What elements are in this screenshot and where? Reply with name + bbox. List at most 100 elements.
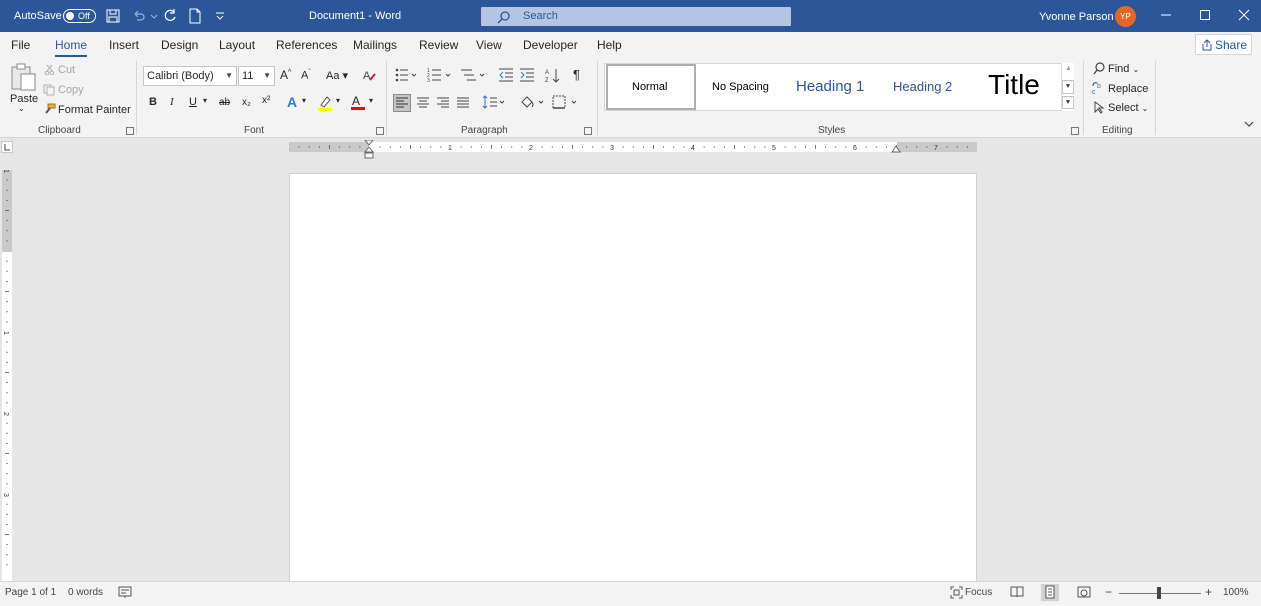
underline-button[interactable]: U bbox=[189, 96, 197, 108]
bullets-icon[interactable] bbox=[395, 68, 417, 85]
align-center-icon[interactable] bbox=[416, 96, 430, 112]
replace-button[interactable]: Replace bbox=[1108, 83, 1148, 95]
undo-icon[interactable] bbox=[131, 8, 147, 24]
font-color-icon[interactable]: A bbox=[350, 94, 366, 114]
zoom-level[interactable]: 100% bbox=[1223, 587, 1249, 598]
tab-developer[interactable]: Developer bbox=[523, 38, 578, 52]
font-size-dropdown[interactable]: 11 ▼ bbox=[238, 66, 275, 86]
shading-icon[interactable] bbox=[519, 94, 547, 113]
style-normal[interactable]: Normal bbox=[606, 64, 696, 110]
web-layout-icon[interactable] bbox=[1077, 586, 1091, 601]
close-icon[interactable] bbox=[1237, 8, 1251, 22]
align-right-icon[interactable] bbox=[436, 96, 450, 112]
text-effects-button[interactable]: A bbox=[287, 94, 297, 110]
paste-dropdown-icon[interactable]: ⌄ bbox=[18, 104, 25, 113]
change-case-button[interactable]: Aa ▾ bbox=[326, 69, 348, 82]
zoom-out-button[interactable]: − bbox=[1105, 585, 1112, 599]
avatar[interactable]: YP bbox=[1115, 6, 1136, 27]
select-button[interactable]: Select ⌄ bbox=[1108, 102, 1148, 114]
right-indent-icon[interactable] bbox=[891, 145, 901, 157]
paragraph-launcher-icon[interactable] bbox=[584, 127, 592, 135]
underline-dropdown-icon[interactable]: ▾ bbox=[203, 96, 207, 105]
tab-file[interactable]: File bbox=[11, 38, 30, 52]
paste-icon[interactable] bbox=[8, 62, 38, 92]
tab-help[interactable]: Help bbox=[597, 38, 622, 52]
tab-home[interactable]: Home bbox=[55, 38, 88, 57]
tab-view[interactable]: View bbox=[476, 38, 502, 52]
numbering-icon[interactable]: 123 bbox=[427, 68, 451, 85]
show-formatting-marks-button[interactable]: ¶ bbox=[573, 67, 580, 82]
read-mode-icon[interactable] bbox=[1010, 586, 1024, 601]
redo-icon[interactable] bbox=[162, 8, 178, 24]
clipboard-launcher-icon[interactable] bbox=[126, 127, 134, 135]
superscript-button[interactable]: x² bbox=[262, 95, 270, 106]
copy-button[interactable]: Copy bbox=[58, 84, 84, 96]
user-name[interactable]: Yvonne Parson bbox=[1039, 11, 1114, 23]
maximize-icon[interactable] bbox=[1198, 8, 1212, 22]
save-icon[interactable] bbox=[105, 8, 121, 24]
tab-insert[interactable]: Insert bbox=[109, 38, 139, 52]
chevron-down-icon: ▼ bbox=[225, 71, 233, 80]
ruler-number: 3 bbox=[610, 145, 614, 152]
tab-layout[interactable]: Layout bbox=[219, 38, 255, 52]
autosave-toggle[interactable]: Off bbox=[63, 9, 96, 23]
group-divider bbox=[1083, 61, 1084, 135]
style-heading-2[interactable]: Heading 2 bbox=[880, 64, 970, 110]
tab-design[interactable]: Design bbox=[161, 38, 198, 52]
tab-selector-icon[interactable] bbox=[1, 141, 13, 153]
hanging-indent-icon[interactable] bbox=[363, 146, 375, 162]
focus-button[interactable]: Focus bbox=[965, 587, 992, 598]
ruler-number: 1 bbox=[289, 145, 290, 152]
zoom-in-button[interactable]: + bbox=[1205, 585, 1212, 599]
sort-icon[interactable]: AZ bbox=[545, 68, 561, 87]
print-layout-icon[interactable] bbox=[1041, 584, 1059, 601]
grow-font-icon[interactable]: A^ bbox=[280, 68, 291, 82]
font-name-dropdown[interactable]: Calibri (Body) ▼ bbox=[143, 66, 237, 86]
line-spacing-icon[interactable] bbox=[482, 95, 506, 112]
style-no-spacing[interactable]: No Spacing bbox=[698, 64, 788, 110]
shrink-font-icon[interactable]: Aˇ bbox=[301, 69, 311, 82]
styles-launcher-icon[interactable] bbox=[1071, 127, 1079, 135]
clear-formatting-icon[interactable]: A bbox=[363, 68, 377, 85]
minimize-icon[interactable] bbox=[1159, 8, 1173, 22]
cut-button[interactable]: Cut bbox=[58, 64, 75, 76]
vertical-ruler[interactable]: 1 1 2 3 bbox=[2, 170, 12, 582]
customize-toolbar-icon[interactable] bbox=[212, 8, 228, 24]
borders-icon[interactable] bbox=[552, 95, 580, 112]
zoom-slider-thumb[interactable] bbox=[1157, 587, 1161, 599]
align-left-icon[interactable] bbox=[393, 94, 411, 115]
font-launcher-icon[interactable] bbox=[376, 127, 384, 135]
proofing-icon[interactable] bbox=[118, 586, 132, 602]
styles-scroll-down-icon[interactable]: ▼ bbox=[1062, 80, 1074, 94]
highlight-icon[interactable] bbox=[317, 95, 333, 114]
share-button[interactable]: Share bbox=[1195, 34, 1252, 55]
multilevel-list-icon[interactable] bbox=[460, 68, 486, 85]
subscript-button[interactable]: x₂ bbox=[242, 97, 251, 108]
new-document-icon[interactable] bbox=[187, 8, 203, 24]
find-button[interactable]: Find ⌄ bbox=[1108, 63, 1139, 75]
tab-mailings[interactable]: Mailings bbox=[353, 38, 397, 52]
bold-button[interactable]: B bbox=[149, 96, 157, 108]
styles-scroll-up-icon[interactable]: ▲ bbox=[1065, 65, 1072, 72]
strikethrough-button[interactable]: ab bbox=[219, 97, 230, 108]
style-heading-1[interactable]: Heading 1 bbox=[788, 64, 878, 110]
tab-review[interactable]: Review bbox=[419, 38, 458, 52]
font-color-dropdown-icon[interactable]: ▾ bbox=[369, 96, 373, 105]
collapse-ribbon-icon[interactable] bbox=[1243, 119, 1255, 131]
tab-references[interactable]: References bbox=[276, 38, 337, 52]
highlight-dropdown-icon[interactable]: ▾ bbox=[336, 96, 340, 105]
page-count[interactable]: Page 1 of 1 bbox=[5, 587, 56, 598]
styles-more-icon[interactable]: ▼ bbox=[1062, 96, 1074, 109]
document-page[interactable] bbox=[289, 173, 977, 593]
text-effects-dropdown-icon[interactable]: ▾ bbox=[302, 96, 306, 105]
word-count[interactable]: 0 words bbox=[68, 587, 103, 598]
increase-indent-icon[interactable] bbox=[519, 68, 535, 85]
style-title[interactable]: Title bbox=[972, 64, 1062, 110]
horizontal-ruler[interactable]: 1 1 2 3 4 5 6 7 bbox=[289, 139, 977, 159]
justify-icon[interactable] bbox=[456, 96, 470, 112]
format-painter-button[interactable]: Format Painter bbox=[58, 104, 131, 116]
italic-button[interactable]: I bbox=[170, 96, 174, 108]
search-box[interactable]: Search bbox=[481, 7, 791, 26]
decrease-indent-icon[interactable] bbox=[498, 68, 514, 85]
undo-dropdown-icon[interactable] bbox=[146, 8, 158, 24]
